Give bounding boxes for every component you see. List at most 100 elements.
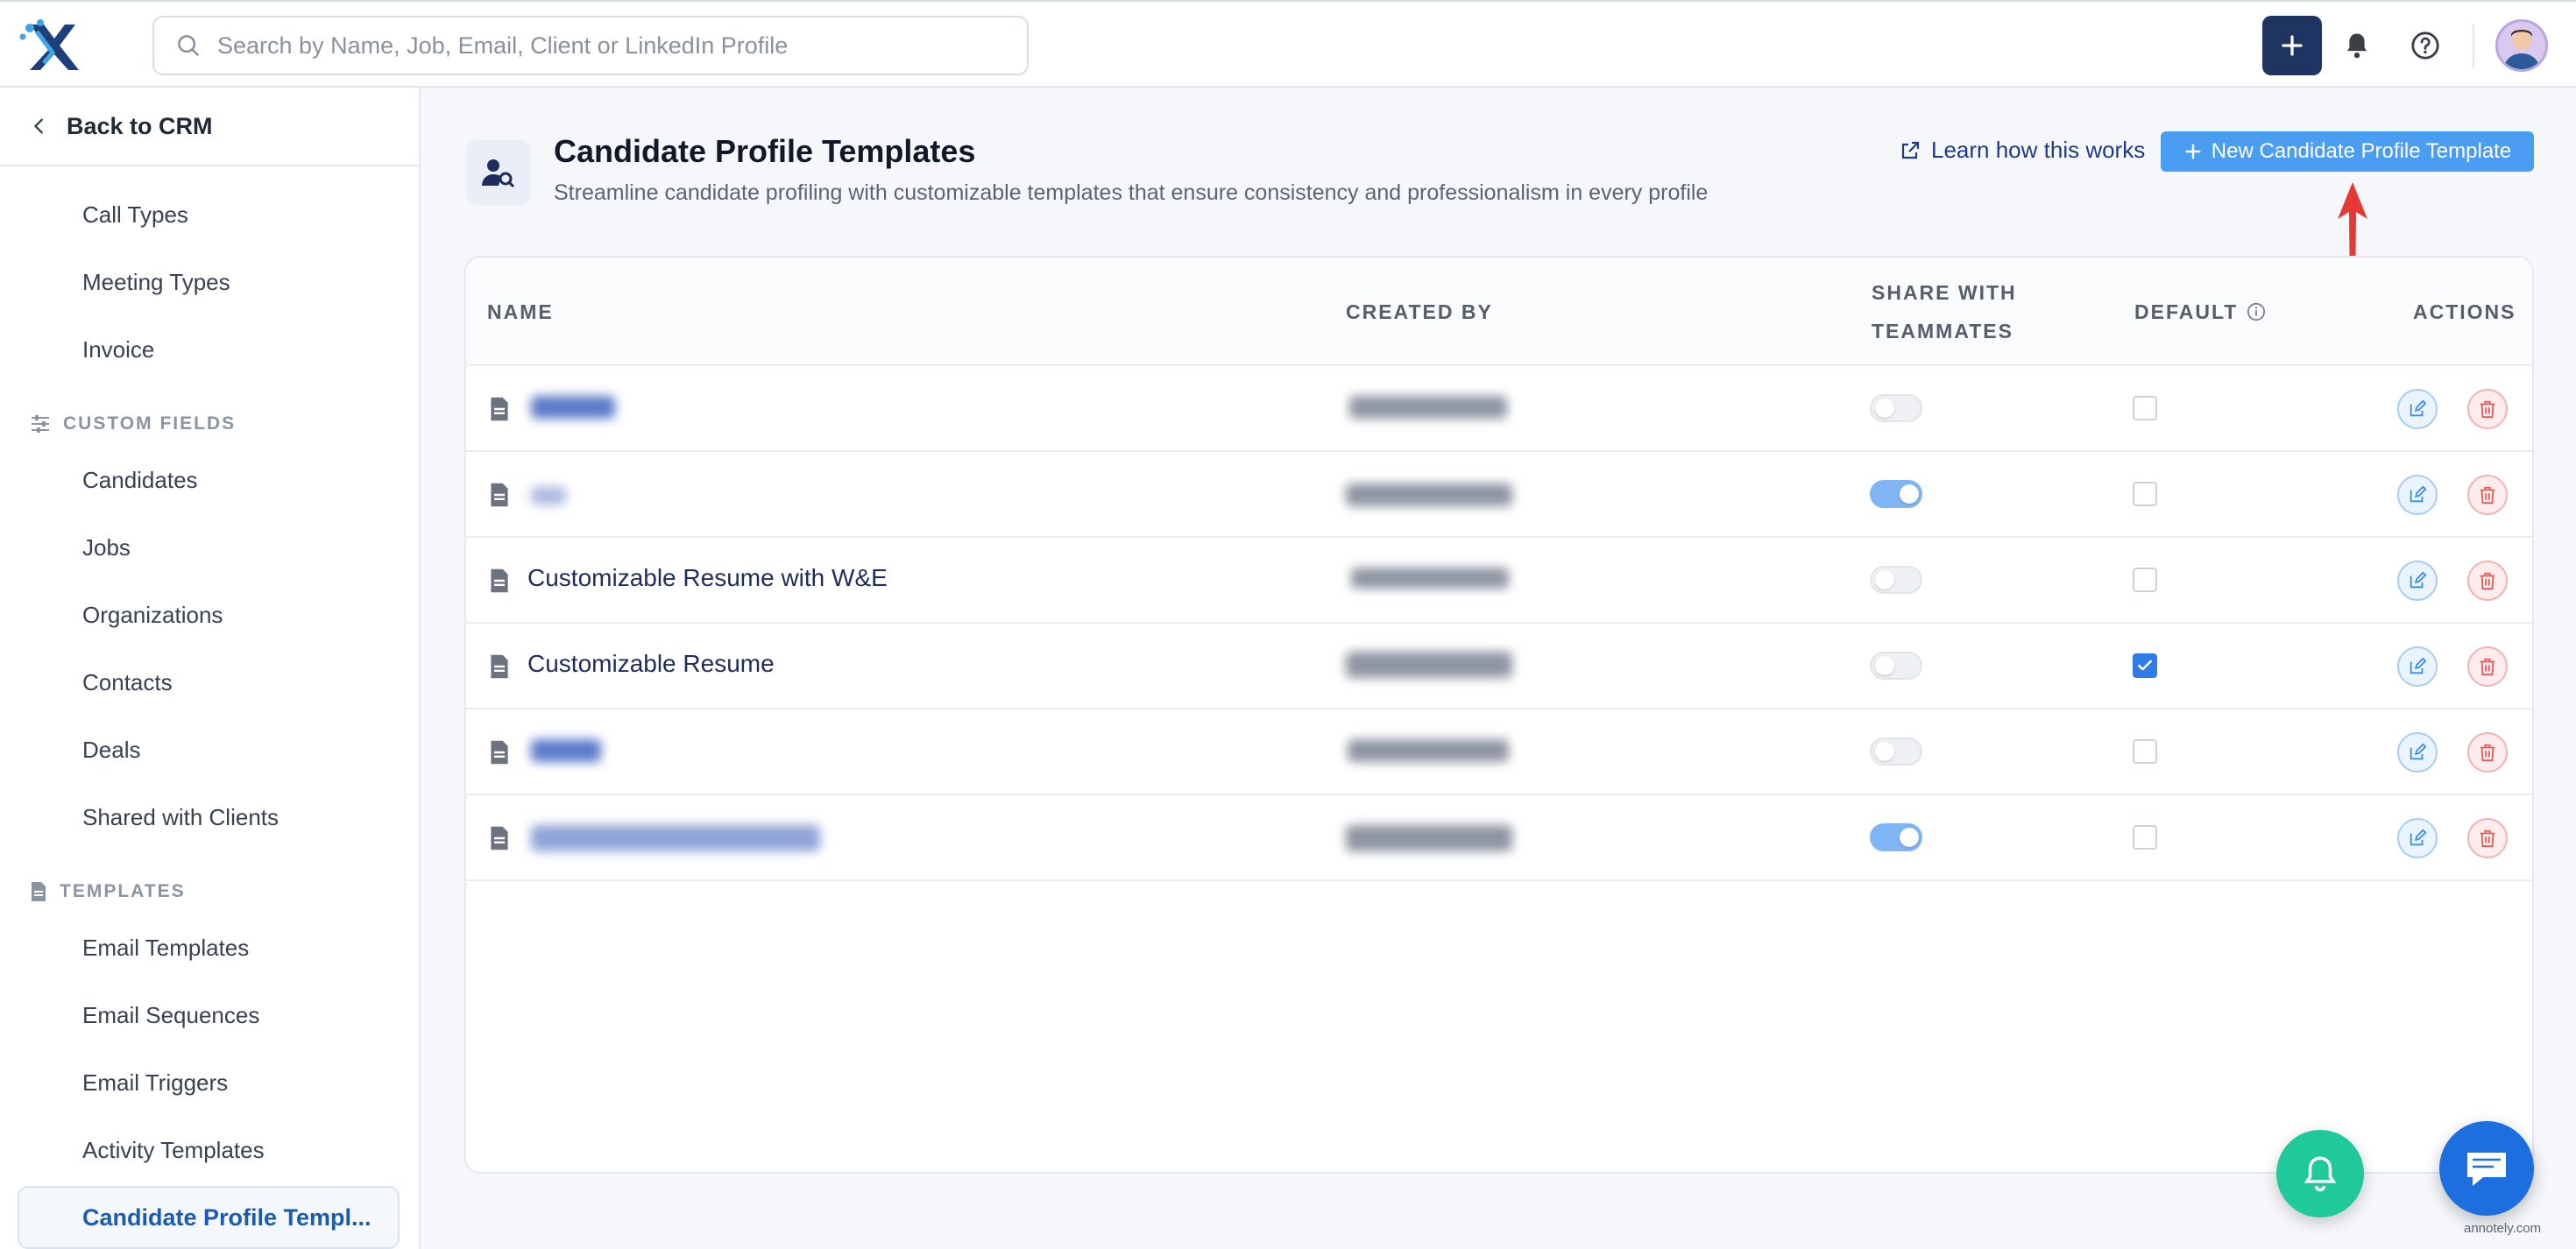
- template-name[interactable]: Customizable Resume: [527, 650, 775, 678]
- header-share-line2: TEAMMATES: [1872, 320, 2013, 342]
- trash-icon: [2480, 744, 2495, 762]
- bell-icon: [2346, 33, 2367, 59]
- notifications-button[interactable]: [2339, 28, 2374, 63]
- trash-icon: [2480, 658, 2495, 676]
- plus-icon: [2282, 35, 2303, 56]
- edit-button[interactable]: [2397, 389, 2438, 429]
- user-avatar[interactable]: [2495, 19, 2548, 72]
- delete-button[interactable]: [2467, 389, 2508, 429]
- header-default-label: DEFAULT: [2134, 300, 2239, 323]
- redacted-creator: [1348, 739, 1509, 762]
- user-search-icon: [482, 159, 515, 187]
- learn-how-link[interactable]: Learn how this works: [1900, 137, 2145, 164]
- chevron-left-icon: [34, 118, 43, 134]
- sidebar-item-organizations[interactable]: Organizations: [82, 602, 223, 629]
- redacted-name: [531, 396, 615, 419]
- table-row[interactable]: [466, 366, 2532, 452]
- notifications-fab[interactable]: [2276, 1130, 2364, 1217]
- sidebar-item-call-types[interactable]: Call Types: [82, 201, 188, 229]
- table-row[interactable]: Customizable Resume: [466, 624, 2532, 709]
- chat-fab[interactable]: [2439, 1121, 2534, 1216]
- bell-icon: [2304, 1156, 2337, 1192]
- document-icon: [491, 654, 508, 679]
- back-to-crm-link[interactable]: Back to CRM: [0, 88, 419, 166]
- sidebar-item-deals[interactable]: Deals: [82, 737, 140, 764]
- sidebar-item-email-triggers[interactable]: Email Triggers: [82, 1069, 228, 1097]
- edit-button[interactable]: [2397, 646, 2438, 687]
- sidebar-item-email-templates[interactable]: Email Templates: [82, 935, 249, 962]
- help-button[interactable]: [2408, 28, 2443, 63]
- header-share-line1: SHARE WITH: [1872, 281, 2017, 304]
- sidebar-item-contacts[interactable]: Contacts: [82, 669, 173, 696]
- sidebar-item-meeting-types[interactable]: Meeting Types: [82, 269, 230, 296]
- new-template-label: New Candidate Profile Template: [2211, 139, 2512, 163]
- trash-icon: [2480, 572, 2495, 590]
- share-toggle[interactable]: [1870, 823, 1922, 851]
- topbar-divider: [2473, 25, 2474, 68]
- edit-button[interactable]: [2397, 818, 2438, 858]
- document-icon: [491, 568, 508, 593]
- delete-button[interactable]: [2467, 561, 2508, 601]
- sidebar-item-jobs[interactable]: Jobs: [82, 534, 131, 561]
- sidebar-item-shared-with-clients[interactable]: Shared with Clients: [82, 804, 279, 831]
- page-icon: [466, 140, 531, 205]
- redacted-name: [531, 825, 820, 851]
- delete-button[interactable]: [2467, 475, 2508, 515]
- sidebar-item-email-sequences[interactable]: Email Sequences: [82, 1002, 259, 1029]
- edit-icon: [2410, 485, 2427, 503]
- delete-button[interactable]: [2467, 646, 2508, 687]
- sidebar-item-activity-templates[interactable]: Activity Templates: [82, 1137, 265, 1164]
- table-row[interactable]: [466, 795, 2532, 881]
- share-toggle[interactable]: [1870, 737, 1922, 766]
- header-name[interactable]: NAME: [487, 293, 554, 331]
- sidebar-item-candidates[interactable]: Candidates: [82, 467, 198, 494]
- edit-icon: [2410, 829, 2427, 846]
- templates-header: TEMPLATES: [30, 881, 186, 902]
- redacted-creator: [1346, 483, 1512, 506]
- new-template-button[interactable]: New Candidate Profile Template: [2161, 131, 2534, 172]
- edit-button[interactable]: [2397, 561, 2438, 601]
- edit-button[interactable]: [2397, 732, 2438, 773]
- share-toggle[interactable]: [1870, 394, 1922, 422]
- sidebar-item-invoice[interactable]: Invoice: [82, 336, 154, 363]
- trash-icon: [2480, 486, 2495, 505]
- share-toggle[interactable]: [1870, 652, 1922, 680]
- top-bar: Search by Name, Job, Email, Client or Li…: [0, 0, 2576, 88]
- header-created-by[interactable]: CREATED BY: [1346, 293, 1493, 331]
- redacted-creator: [1351, 568, 1509, 589]
- table-row[interactable]: [466, 709, 2532, 795]
- default-checkbox[interactable]: [2133, 396, 2157, 420]
- custom-fields-label: CUSTOM FIELDS: [63, 413, 237, 434]
- quick-add-button[interactable]: [2262, 16, 2322, 75]
- checkmark-icon: [2138, 660, 2152, 671]
- edit-icon: [2410, 571, 2427, 589]
- default-checkbox[interactable]: [2133, 653, 2157, 678]
- default-checkbox[interactable]: [2133, 482, 2157, 506]
- edit-button[interactable]: [2397, 475, 2438, 515]
- toggle-knob: [1875, 742, 1894, 761]
- info-icon[interactable]: [2247, 302, 2266, 321]
- delete-button[interactable]: [2467, 732, 2508, 773]
- template-name[interactable]: Customizable Resume with W&E: [527, 564, 888, 592]
- table-row[interactable]: [466, 452, 2532, 538]
- delete-button[interactable]: [2467, 818, 2508, 858]
- default-checkbox[interactable]: [2133, 825, 2157, 850]
- search-input[interactable]: Search by Name, Job, Email, Client or Li…: [217, 32, 788, 60]
- sidebar-item-candidate-profile-templates[interactable]: Candidate Profile Templ...: [18, 1186, 400, 1249]
- sliders-icon: [32, 415, 49, 433]
- share-toggle[interactable]: [1870, 480, 1922, 508]
- global-search[interactable]: Search by Name, Job, Email, Client or Li…: [152, 16, 1029, 75]
- learn-link-label: Learn how this works: [1931, 137, 2146, 163]
- templates-label: TEMPLATES: [60, 881, 186, 901]
- share-toggle[interactable]: [1870, 566, 1922, 594]
- table-row[interactable]: Customizable Resume with W&E: [466, 538, 2532, 624]
- default-checkbox[interactable]: [2133, 739, 2157, 764]
- external-link-icon: [1901, 141, 1920, 159]
- trash-icon: [2480, 829, 2495, 848]
- chat-icon: [2467, 1153, 2506, 1186]
- redacted-name: [531, 487, 566, 505]
- active-item-label: Candidate Profile Templ...: [82, 1203, 372, 1231]
- toggle-knob: [1875, 570, 1894, 589]
- default-checkbox[interactable]: [2133, 568, 2157, 592]
- app-logo[interactable]: [18, 18, 81, 74]
